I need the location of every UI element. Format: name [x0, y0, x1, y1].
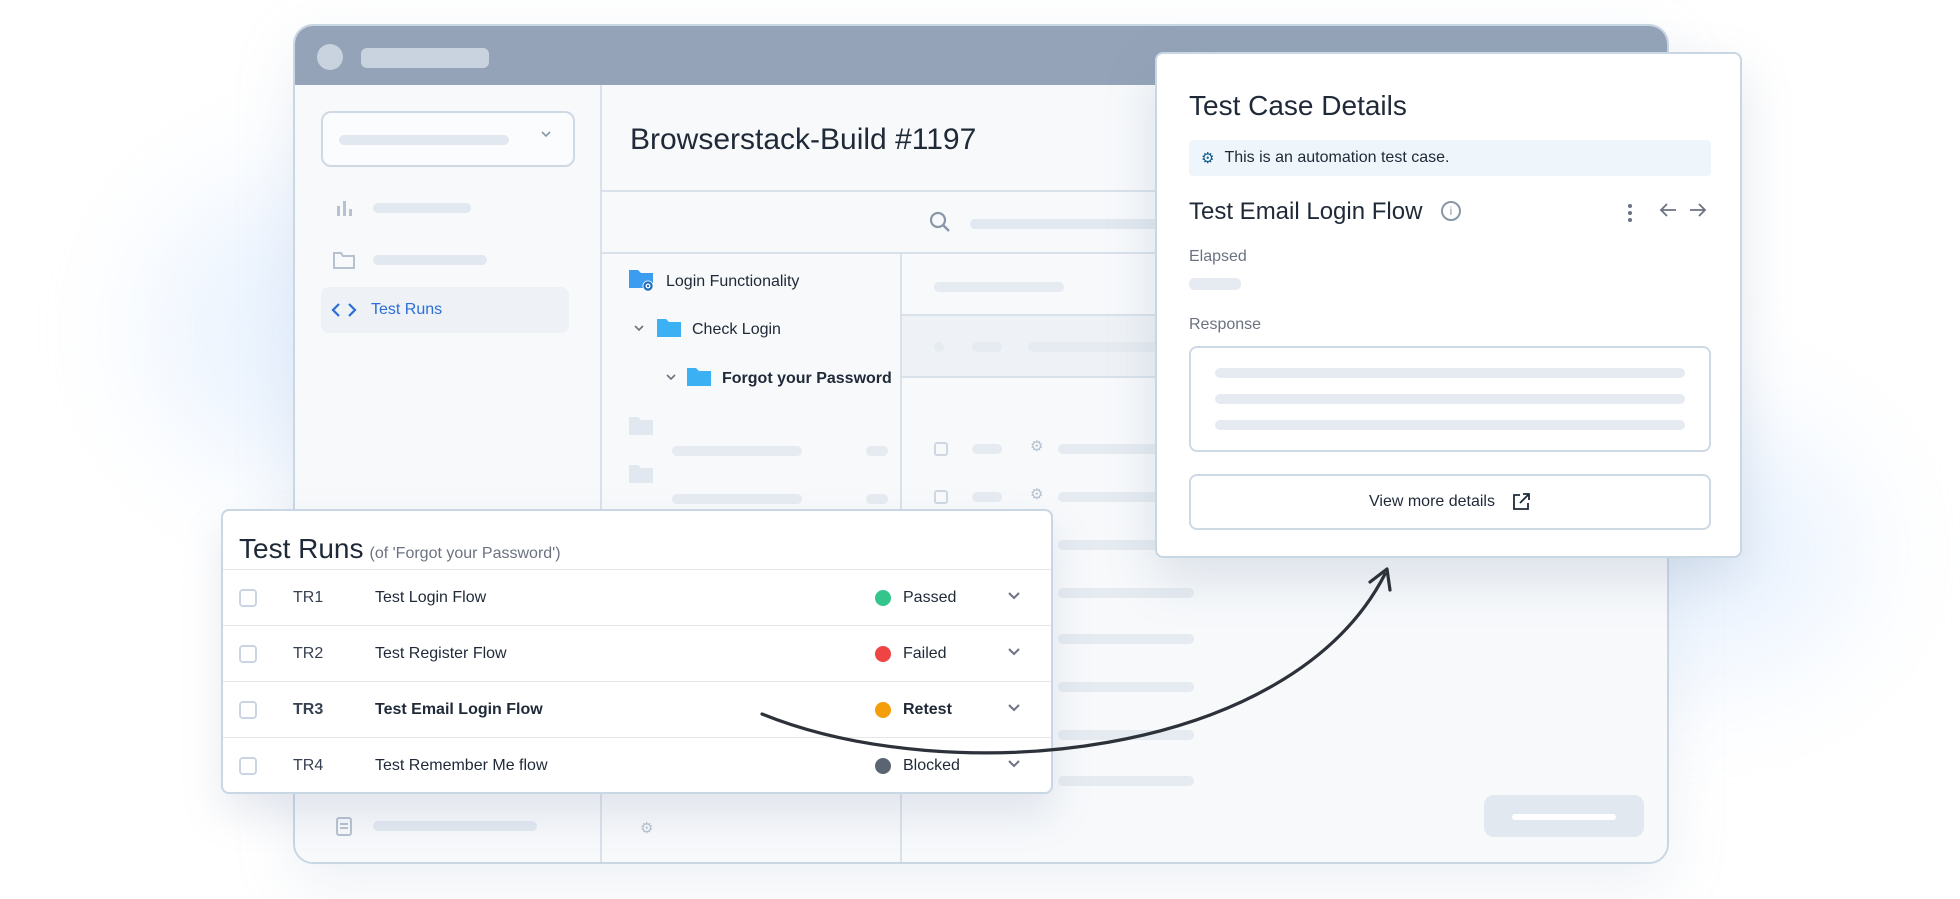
screenshot-stage: Test Runs Browserstack-Build #1197 Login… [0, 0, 1960, 899]
connector-arrow [760, 567, 1392, 755]
